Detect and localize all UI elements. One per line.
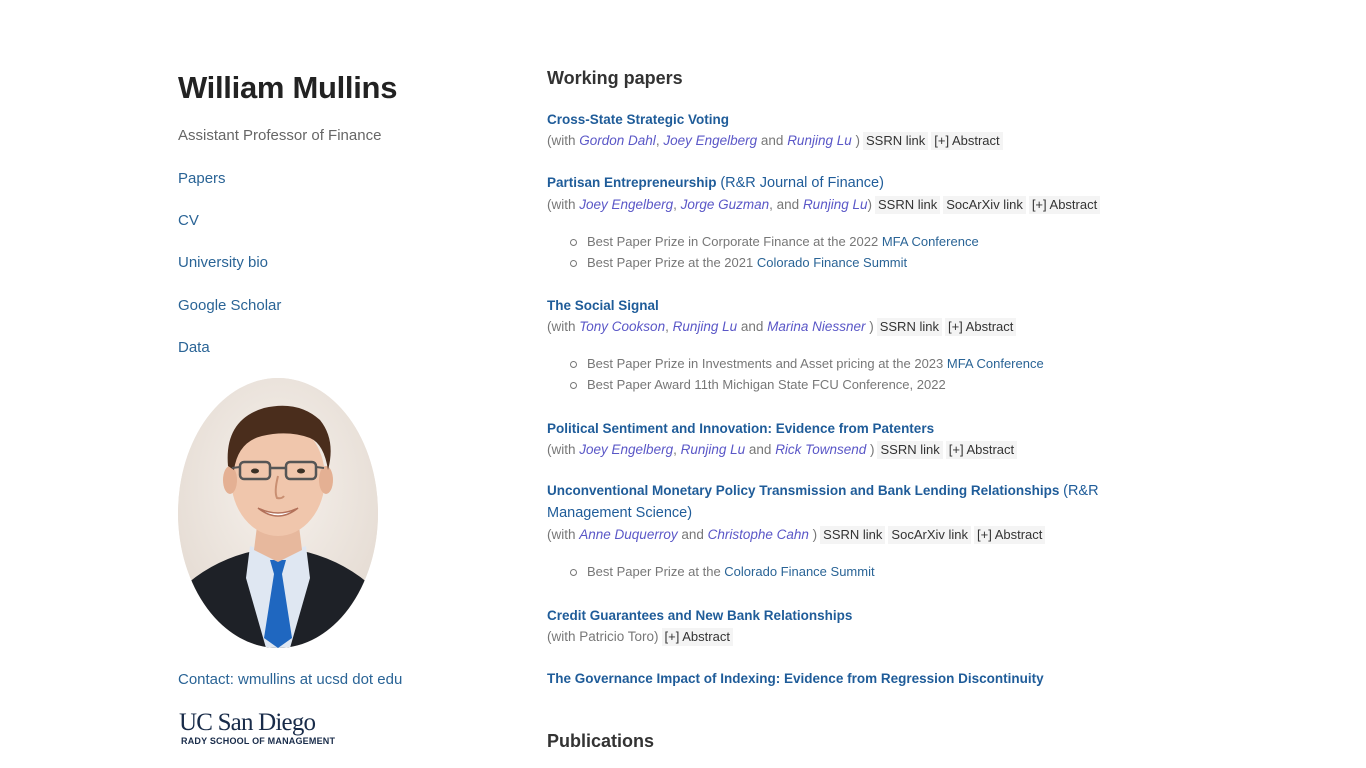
author-role: Assistant Professor of Finance xyxy=(178,127,382,144)
award-item: Best Paper Award 11th Michigan State FCU… xyxy=(547,375,1137,396)
award-list: Best Paper Prize at the Colorado Finance… xyxy=(547,562,1137,583)
profile-photo xyxy=(178,378,378,648)
award-item: Best Paper Prize in Investments and Asse… xyxy=(547,354,1137,375)
nav-link-university-bio[interactable]: University bio xyxy=(178,254,478,272)
ssrn-link-button[interactable]: SSRN link xyxy=(876,318,942,336)
award-item: Best Paper Prize at the 2021 Colorado Fi… xyxy=(547,253,1137,274)
award-link[interactable]: Colorado Finance Summit xyxy=(757,255,907,270)
ssrn-link-button[interactable]: SSRN link xyxy=(877,441,943,459)
socarxiv-link-button[interactable]: SocArXiv link xyxy=(888,526,971,544)
coauthor-link[interactable]: Runjing Lu xyxy=(681,442,746,457)
nav-link-data[interactable]: Data xyxy=(178,339,478,357)
paper-entry: Unconventional Monetary Policy Transmiss… xyxy=(547,480,1137,583)
abstract-toggle-button[interactable]: [+] Abstract xyxy=(974,526,1046,544)
paper-title[interactable]: The Social Signal xyxy=(547,295,1137,316)
paper-title[interactable]: The Governance Impact of Indexing: Evide… xyxy=(547,668,1137,689)
logo-ucsd-text: UC San Diego xyxy=(179,709,316,736)
coauthor-link[interactable]: Jorge Guzman xyxy=(681,197,770,212)
coauthor-link[interactable]: Joey Engelberg xyxy=(579,442,673,457)
coauthor-link[interactable]: Runjing Lu xyxy=(803,197,868,212)
paper-coauthors: (with Anne Duquerroy and Christophe Cahn… xyxy=(547,524,1137,545)
paper-title[interactable]: Cross-State Strategic Voting xyxy=(547,109,1137,130)
paper-coauthors: (with Patricio Toro) [+] Abstract xyxy=(547,626,1137,647)
coauthor-link[interactable]: Joey Engelberg xyxy=(663,133,757,148)
abstract-toggle-button[interactable]: [+] Abstract xyxy=(931,132,1003,150)
abstract-toggle-button[interactable]: [+] Abstract xyxy=(945,441,1018,459)
ssrn-link-button[interactable]: SSRN link xyxy=(874,196,941,214)
award-list: Best Paper Prize in Investments and Asse… xyxy=(547,354,1137,395)
paper-title[interactable]: Unconventional Monetary Policy Transmiss… xyxy=(547,480,1137,524)
ssrn-link-button[interactable]: SSRN link xyxy=(820,526,886,544)
paper-entry: Political Sentiment and Innovation: Evid… xyxy=(547,418,1137,460)
paper-status-note: (R&R Management Science) xyxy=(547,483,1099,521)
paper-entry: Credit Guarantees and New Bank Relations… xyxy=(547,605,1137,647)
abstract-toggle-button[interactable]: [+] Abstract xyxy=(944,318,1017,336)
award-link[interactable]: Colorado Finance Summit xyxy=(724,564,874,579)
coauthor-link[interactable]: Gordon Dahl xyxy=(579,133,656,148)
paper-entry: Cross-State Strategic Voting (with Gordon… xyxy=(547,109,1137,151)
coauthor-link[interactable]: Joey Engelberg xyxy=(579,197,673,212)
paper-entry: Partisan Entrepreneurship (R&R Journal o… xyxy=(547,172,1137,273)
coauthor-link[interactable]: Runjing Lu xyxy=(673,319,738,334)
award-link[interactable]: MFA Conference xyxy=(947,356,1044,371)
socarxiv-link-button[interactable]: SocArXiv link xyxy=(943,196,1026,214)
ucsd-rady-logo: UC San Diego RADY SCHOOL OF MANAGEMENT xyxy=(179,710,335,747)
coauthor-link[interactable]: Anne Duquerroy xyxy=(579,527,677,542)
nav-link-papers[interactable]: Papers xyxy=(178,170,478,188)
paper-coauthors: (with Gordon Dahl, Joey Engelberg and Ru… xyxy=(547,130,1137,151)
logo-rady-text: RADY SCHOOL OF MANAGEMENT xyxy=(181,736,336,746)
award-list: Best Paper Prize in Corporate Finance at… xyxy=(547,232,1137,273)
paper-title[interactable]: Partisan Entrepreneurship (R&R Journal o… xyxy=(547,172,1137,194)
author-name: William Mullins xyxy=(178,70,398,105)
coauthor-link[interactable]: Christophe Cahn xyxy=(708,527,809,542)
paper-title[interactable]: Credit Guarantees and New Bank Relations… xyxy=(547,605,1137,626)
sidebar: William Mullins Assistant Professor of F… xyxy=(178,70,478,746)
coauthor-link[interactable]: Tony Cookson xyxy=(579,319,665,334)
contact-email[interactable]: Contact: wmullins at ucsd dot edu xyxy=(178,671,402,688)
award-item: Best Paper Prize at the Colorado Finance… xyxy=(547,562,1137,583)
paper-coauthors: (with Joey Engelberg, Jorge Guzman, and … xyxy=(547,194,1137,215)
nav-link-cv[interactable]: CV xyxy=(178,212,478,230)
coauthor-link[interactable]: Rick Townsend xyxy=(775,442,866,457)
paper-entry: The Social Signal (with Tony Cookson, Run… xyxy=(547,295,1137,395)
award-item: Best Paper Prize in Corporate Finance at… xyxy=(547,232,1137,253)
ssrn-link-button[interactable]: SSRN link xyxy=(862,132,929,150)
paper-coauthors: (with Joey Engelberg, Runjing Lu and Ric… xyxy=(547,439,1137,460)
coauthor-link[interactable]: Marina Niessner xyxy=(767,319,865,334)
abstract-toggle-button[interactable]: [+] Abstract xyxy=(1028,196,1101,214)
coauthor-link[interactable]: Runjing Lu xyxy=(787,133,852,148)
award-link[interactable]: MFA Conference xyxy=(882,234,979,249)
nav-link-google-scholar[interactable]: Google Scholar xyxy=(178,297,478,315)
paper-title[interactable]: Political Sentiment and Innovation: Evid… xyxy=(547,418,1137,439)
publications-heading: Publications xyxy=(547,731,655,751)
paper-coauthors: (with Tony Cookson, Runjing Lu and Marin… xyxy=(547,316,1137,337)
abstract-toggle-button[interactable]: [+] Abstract xyxy=(661,628,733,646)
working-papers-heading: Working papers xyxy=(547,68,683,88)
paper-status-note: (R&R Journal of Finance) xyxy=(720,175,884,191)
paper-entry: The Governance Impact of Indexing: Evide… xyxy=(547,668,1137,689)
